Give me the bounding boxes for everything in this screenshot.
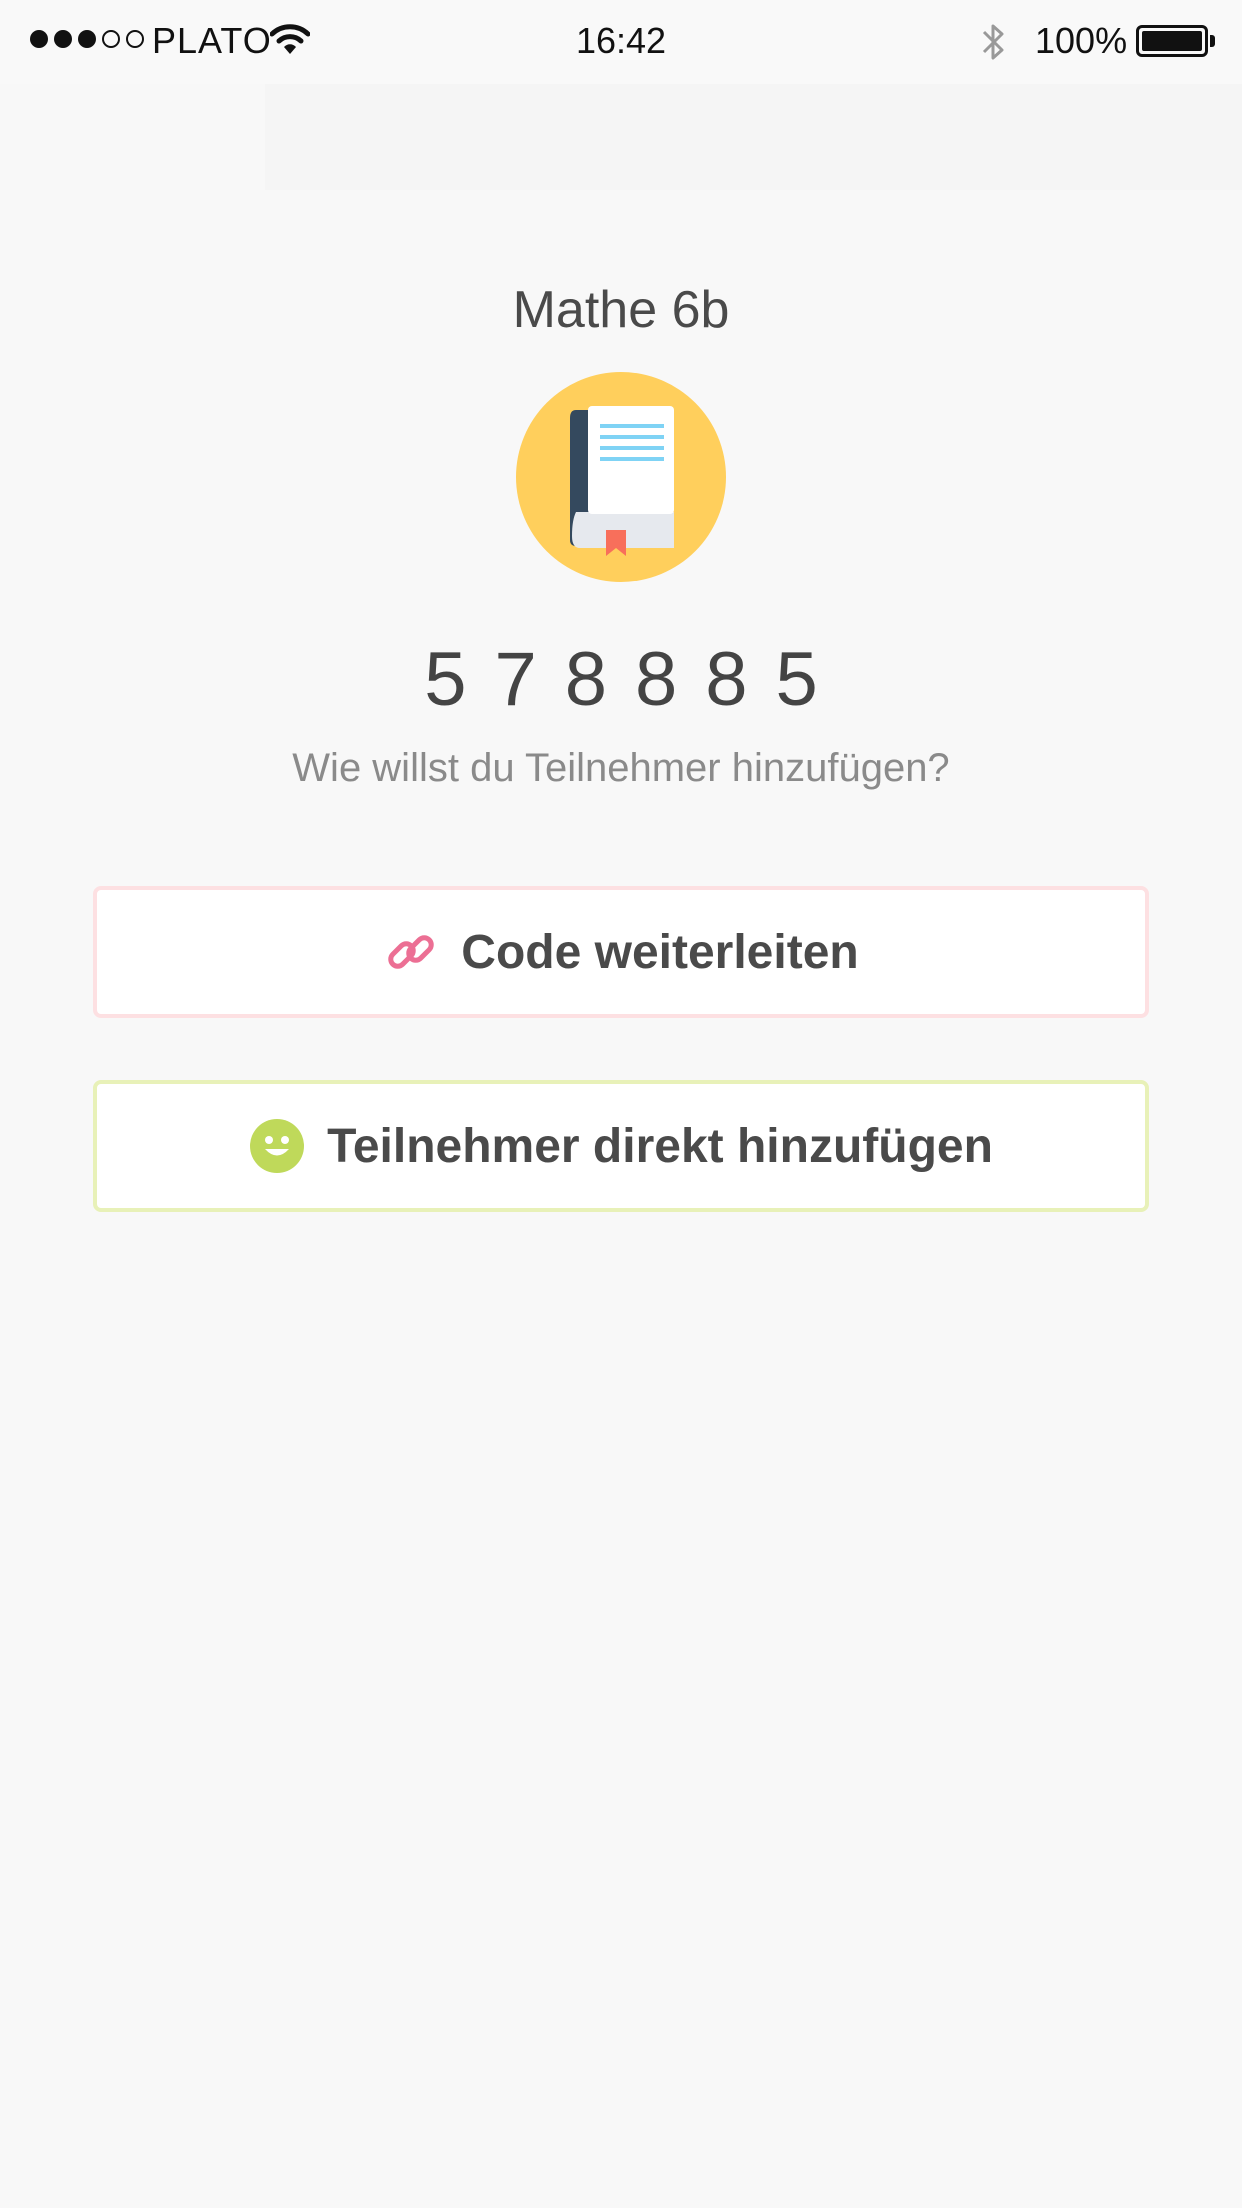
battery-percent: 100% bbox=[1035, 20, 1128, 61]
battery-icon bbox=[1136, 25, 1208, 57]
nav-bar bbox=[265, 84, 1242, 190]
prompt-text: Wie willst du Teilnehmer hinzufügen? bbox=[292, 746, 950, 790]
share-code-label: Code weiterleiten bbox=[461, 925, 859, 979]
smiley-icon bbox=[250, 1119, 305, 1173]
add-participant-button[interactable]: Teilnehmer direkt hinzufügen bbox=[93, 1080, 1149, 1212]
group-code: 578885 bbox=[424, 637, 846, 722]
add-participant-label: Teilnehmer direkt hinzufügen bbox=[327, 1119, 993, 1173]
group-title: Mathe 6b bbox=[512, 281, 730, 339]
book-icon bbox=[516, 372, 726, 582]
link-icon bbox=[388, 935, 435, 969]
status-bar: PLATO 16:42 100% bbox=[0, 0, 1242, 84]
share-code-button[interactable]: Code weiterleiten bbox=[93, 886, 1149, 1018]
bluetooth-icon bbox=[982, 24, 1004, 60]
